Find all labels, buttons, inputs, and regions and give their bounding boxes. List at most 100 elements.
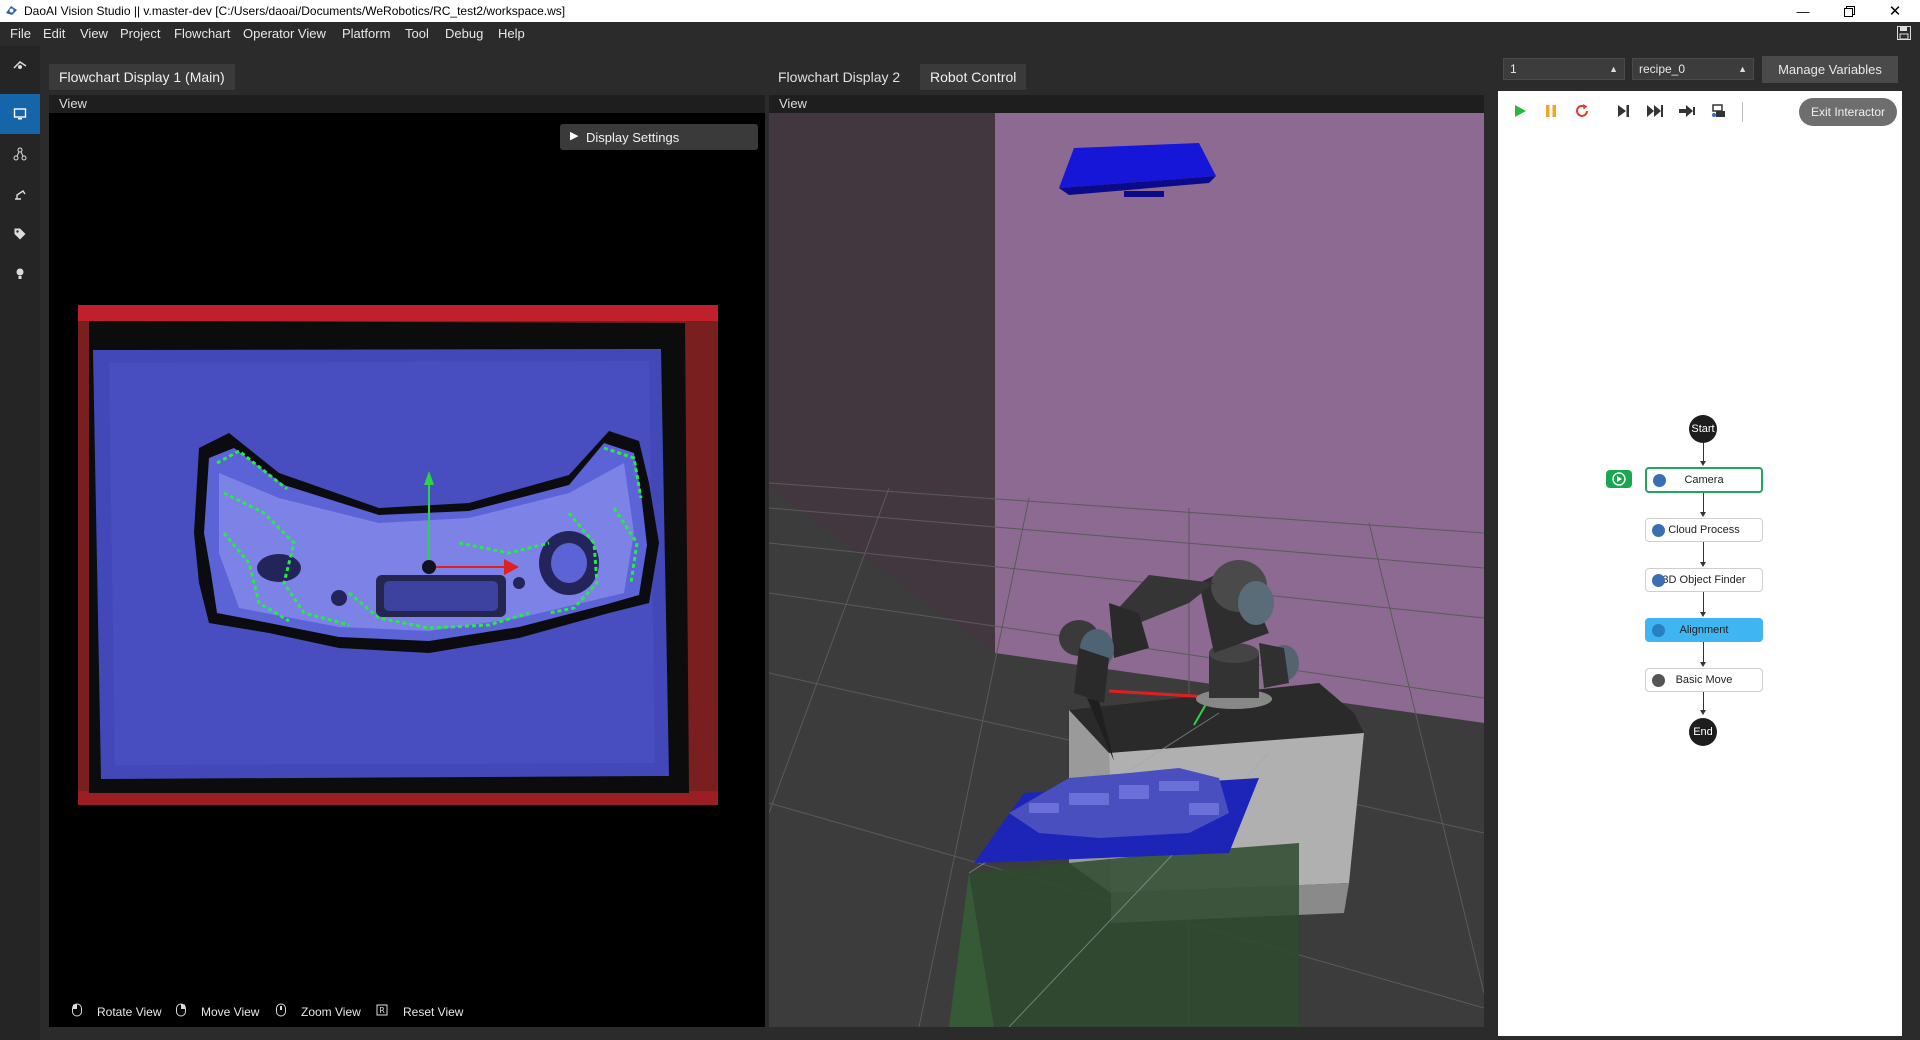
flow-node-label: Cloud Process — [1668, 524, 1740, 536]
index-combo[interactable]: 1 ▲ — [1503, 58, 1625, 80]
menu-operator-view[interactable]: Operator View — [243, 26, 326, 41]
flow-node-camera[interactable]: Camera — [1645, 467, 1763, 493]
flow-node-3d-object-finder[interactable]: 3D Object Finder — [1645, 568, 1763, 592]
display-settings-button[interactable]: ▶ Display Settings — [560, 124, 758, 150]
monitor-icon — [13, 108, 27, 120]
minimize-icon: — — [1796, 3, 1810, 19]
jump-icon[interactable] — [1678, 103, 1696, 119]
menu-tool[interactable]: Tool — [405, 26, 429, 41]
flow-arrow — [1700, 461, 1706, 466]
flow-arrow — [1700, 512, 1706, 517]
object-finder-icon — [1652, 574, 1665, 587]
point-cloud-2d-view[interactable] — [49, 113, 765, 1027]
display-settings-label: Display Settings — [586, 130, 680, 145]
panel2-view-header: View — [769, 95, 1484, 113]
recipe-combo[interactable]: recipe_0 ▲ — [1632, 58, 1754, 80]
flow-connector — [1703, 592, 1704, 612]
panel1-viewport[interactable] — [49, 113, 765, 1027]
camera-icon — [1653, 474, 1666, 487]
sidebar-item-flowchart[interactable] — [0, 134, 40, 174]
menu-debug[interactable]: Debug — [445, 26, 483, 41]
restore-button[interactable] — [1826, 0, 1872, 22]
alignment-icon — [1652, 624, 1665, 637]
menu-view[interactable]: View — [80, 26, 108, 41]
flow-arrow — [1700, 612, 1706, 617]
menu-help[interactable]: Help — [498, 26, 525, 41]
panel1-view-header: View — [49, 95, 765, 113]
sidebar-item-display[interactable] — [0, 94, 40, 134]
menu-bar: File Edit View Project Flowchart Operato… — [0, 22, 1920, 46]
tab-robot-control[interactable]: Robot Control — [920, 64, 1027, 90]
flow-connector — [1703, 493, 1704, 512]
reset-view-icon: R — [376, 1004, 388, 1016]
restart-icon[interactable] — [1574, 103, 1590, 119]
menu-edit[interactable]: Edit — [43, 26, 65, 41]
left-sidebar — [0, 46, 40, 1040]
app-logo-icon — [6, 6, 17, 15]
tab-flowchart-display-2[interactable]: Flowchart Display 2 — [768, 64, 911, 90]
hint-reset-view: Reset View — [403, 1005, 464, 1019]
close-button[interactable]: ✕ — [1872, 0, 1918, 22]
mouse-left-icon — [72, 1003, 82, 1017]
menu-file[interactable]: File — [10, 26, 31, 41]
index-combo-value: 1 — [1510, 62, 1517, 76]
minimize-button[interactable]: — — [1780, 0, 1826, 22]
sidebar-item-robot[interactable] — [0, 174, 40, 214]
window-title: DaoAI Vision Studio || v.master-dev [C:/… — [24, 4, 566, 18]
flow-connector — [1703, 542, 1704, 562]
sidebar-item-hints[interactable] — [0, 254, 40, 294]
hint-rotate-view: Rotate View — [97, 1005, 162, 1019]
close-icon: ✕ — [1888, 3, 1902, 20]
flow-node-label: Alignment — [1679, 624, 1729, 636]
flow-node-cloud-process[interactable]: Cloud Process — [1645, 518, 1763, 542]
flow-connector — [1703, 443, 1704, 461]
robot-scene-3d-view[interactable] — [769, 113, 1484, 1027]
graph-nodes-icon — [13, 147, 27, 161]
manage-variables-button[interactable]: Manage Variables — [1762, 56, 1898, 83]
flow-connector — [1703, 642, 1704, 662]
flow-end-node[interactable]: End — [1689, 718, 1717, 746]
fast-forward-icon[interactable] — [1646, 103, 1664, 119]
flow-connector — [1703, 692, 1704, 710]
flow-arrow — [1700, 562, 1706, 567]
panel2-tabbar: Flowchart Display 2 Robot Control — [768, 64, 1484, 90]
spin-arrows-icon: ▲ — [1609, 64, 1618, 74]
restore-icon — [1843, 5, 1855, 17]
hint-zoom-view: Zoom View — [301, 1005, 361, 1019]
pause-icon[interactable] — [1543, 103, 1559, 119]
expand-arrow-icon: ▶ — [570, 130, 579, 142]
save-icon[interactable] — [1896, 25, 1912, 41]
flow-node-label: 3D Object Finder — [1662, 574, 1746, 586]
menu-platform[interactable]: Platform — [342, 26, 390, 41]
window-titlebar: DaoAI Vision Studio || v.master-dev [C:/… — [0, 0, 1920, 22]
eye-target-icon — [13, 61, 27, 69]
running-indicator — [1606, 470, 1632, 488]
lightbulb-icon — [16, 268, 24, 279]
flow-node-alignment[interactable]: Alignment — [1645, 618, 1763, 642]
tag-icon — [14, 228, 26, 240]
sidebar-item-tags[interactable] — [0, 214, 40, 254]
panel2-viewport[interactable] — [769, 113, 1484, 1027]
recipe-combo-value: recipe_0 — [1639, 62, 1686, 76]
flow-node-label: Basic Move — [1675, 674, 1733, 686]
play-icon[interactable] — [1512, 103, 1528, 119]
play-indicator-icon — [1612, 472, 1626, 486]
menu-flowchart[interactable]: Flowchart — [174, 26, 230, 41]
exit-interactor-button[interactable]: Exit Interactor — [1799, 98, 1897, 126]
flow-arrow — [1700, 662, 1706, 667]
flow-arrow — [1700, 710, 1706, 715]
flow-node-basic-move[interactable]: Basic Move — [1645, 668, 1763, 692]
robot-arm-icon — [15, 190, 26, 200]
pencil-icon — [1652, 674, 1665, 687]
step-icon[interactable] — [1615, 103, 1631, 119]
sidebar-item-vision[interactable] — [0, 46, 40, 86]
mouse-wheel-icon — [276, 1003, 286, 1017]
menu-project[interactable]: Project — [120, 26, 160, 41]
panel1-tabbar: Flowchart Display 1 (Main) — [48, 64, 766, 90]
breakpoint-icon[interactable] — [1711, 103, 1727, 119]
flow-node-label: Camera — [1684, 474, 1724, 486]
tab-flowchart-display-1[interactable]: Flowchart Display 1 (Main) — [49, 64, 235, 90]
toolbar-divider — [1742, 102, 1743, 122]
svg-text:R: R — [379, 1006, 385, 1015]
flow-start-node[interactable]: Start — [1689, 415, 1717, 443]
